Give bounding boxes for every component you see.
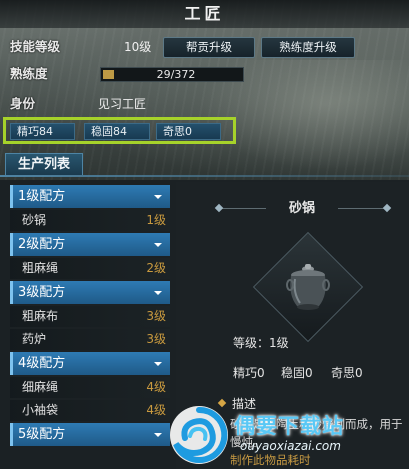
recipe-stat-jingqiao: 精巧0: [233, 366, 265, 380]
recipe-item-coarse-cloth[interactable]: 粗麻布 3级: [10, 306, 170, 327]
recipe-item-name: 细麻绳: [22, 380, 59, 394]
recipe-stat-qisi: 奇思0: [331, 366, 363, 380]
recipe-item-coarse-rope[interactable]: 粗麻绳 2级: [10, 258, 170, 279]
recipe-item-level: 1级: [146, 213, 166, 227]
recipe-category-label: 2级配方: [18, 237, 66, 252]
recipe-item-level: 4级: [146, 380, 166, 394]
diamond-ornament-icon: [214, 203, 224, 213]
recipe-category-5[interactable]: 5级配方: [10, 423, 170, 446]
recipe-item-name: 粗麻布: [22, 309, 59, 323]
tab-production-list[interactable]: 生产列表: [5, 153, 83, 175]
recipe-item-name: 粗麻绳: [22, 261, 59, 275]
attributes-highlight-box: 精巧84 稳固84 奇思0: [3, 117, 236, 144]
description-more-link[interactable]: 制作此物品耗时: [230, 452, 311, 468]
recipe-item-name: 药炉: [22, 332, 47, 346]
recipe-item-name: 砂锅: [22, 213, 47, 227]
chevron-down-icon: [154, 433, 162, 437]
skill-level-label: 技能等级: [10, 39, 61, 54]
identity-value: 见习工匠: [98, 97, 147, 111]
recipe-item-name: 小袖袋: [22, 403, 59, 417]
proficiency-progress-bar: 29/372: [100, 67, 244, 82]
attribute-tag-wengu: 稳固84: [84, 123, 150, 140]
recipe-category-2[interactable]: 2级配方: [10, 233, 170, 256]
chevron-down-icon: [154, 291, 162, 295]
recipe-item-level: 2级: [146, 261, 166, 275]
recipe-level: 等级：1级: [233, 336, 289, 350]
recipe-category-label: 3级配方: [18, 285, 66, 300]
proficiency-progress-text: 29/372: [156, 68, 196, 81]
proficiency-upgrade-button[interactable]: 熟练度升级: [261, 37, 355, 58]
chevron-down-icon: [154, 243, 162, 247]
recipe-category-3[interactable]: 3级配方: [10, 281, 170, 304]
watermark-site-name: 偶要下载站: [234, 414, 344, 438]
recipe-item-sandpot[interactable]: 砂锅 1级: [10, 210, 170, 231]
diamond-ornament-icon: [382, 203, 392, 213]
proficiency-row: 熟练度 29/372: [0, 63, 409, 85]
skill-level-row: 技能等级 10级 帮贡升级 熟练度升级: [0, 36, 409, 58]
recipe-category-label: 5级配方: [18, 427, 66, 442]
recipe-category-label: 1级配方: [18, 189, 66, 204]
window-title: 工匠: [184, 4, 225, 23]
recipe-category-label: 4级配方: [18, 356, 66, 371]
tab-divider: [0, 175, 409, 177]
recipe-item-level: 4级: [146, 403, 166, 417]
recipe-item-small-pouch[interactable]: 小袖袋 4级: [10, 400, 170, 421]
recipe-item-level: 3级: [146, 309, 166, 323]
attribute-tag-jingqiao: 精巧84: [10, 123, 75, 140]
recipe-detail-title: 砂锅: [266, 198, 338, 220]
window-title-bar: 工匠: [0, 0, 409, 28]
recipe-item-medicine-stove[interactable]: 药炉 3级: [10, 329, 170, 350]
recipe-stat-wengu: 稳固0: [281, 366, 313, 380]
identity-label: 身份: [10, 96, 36, 111]
watermark-site-url: ouyaoxiazai.com: [240, 439, 341, 453]
recipe-list: 1级配方 砂锅 1级 2级配方 粗麻绳 2级 3级配方 粗麻布 3级 药炉 3级…: [10, 185, 170, 446]
recipe-item-fine-rope[interactable]: 细麻绳 4级: [10, 377, 170, 398]
attribute-tag-qisi: 奇思0: [156, 123, 221, 140]
chevron-down-icon: [154, 195, 162, 199]
proficiency-label: 熟练度: [10, 66, 48, 81]
recipe-category-4[interactable]: 4级配方: [10, 352, 170, 375]
skill-level-value: 10级: [124, 40, 152, 54]
sandpot-icon[interactable]: [285, 261, 331, 313]
chevron-down-icon: [154, 362, 162, 366]
recipe-item-level: 3级: [146, 332, 166, 346]
guild-upgrade-button[interactable]: 帮贡升级: [163, 37, 255, 58]
recipe-category-1[interactable]: 1级配方: [10, 185, 170, 208]
identity-row: 身份 见习工匠: [0, 93, 409, 115]
swirl-logo-icon: [170, 406, 228, 464]
